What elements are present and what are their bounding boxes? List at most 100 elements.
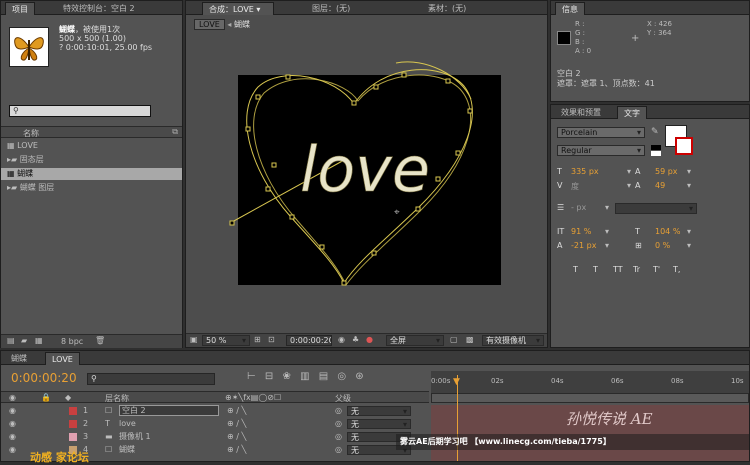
layer-switches[interactable]: ⊕ ∕ ╲ — [227, 405, 246, 417]
parent-dropdown[interactable]: 无 — [347, 419, 411, 429]
font-size-value[interactable]: 335 px — [571, 167, 599, 176]
layer-row[interactable]: ◉ 2 Tlove ⊕ ∕ ╲ ◎ 无 — [1, 418, 429, 430]
project-item[interactable]: ▸▰ 蝴蝶 图层 — [1, 182, 182, 194]
tab-character[interactable]: 文字 — [617, 106, 647, 119]
label-color-chip[interactable] — [69, 433, 77, 441]
zoom-dropdown[interactable]: 50 % — [202, 335, 250, 346]
font-family-dropdown[interactable]: Porcelain — [557, 127, 645, 138]
draft-3d-icon[interactable]: ❀ — [282, 371, 290, 382]
layer-switches[interactable]: ⊕ ∕ ╲ — [227, 418, 246, 430]
white-swatch[interactable] — [651, 151, 661, 156]
layer-name[interactable]: 空白 2 — [119, 405, 219, 416]
trash-icon[interactable]: 🗑 — [95, 336, 105, 345]
text-style-button[interactable]: T' — [653, 265, 660, 274]
eyedropper-icon[interactable]: ✎ — [651, 127, 659, 137]
baseline-shift-value[interactable]: -21 px — [571, 241, 596, 250]
pickwhip-icon[interactable]: ◎ — [335, 431, 342, 443]
live-update-icon[interactable]: ⊟ — [265, 371, 273, 382]
project-search-input[interactable]: ⚲ — [9, 105, 151, 117]
tick-label: 04s — [551, 377, 564, 385]
viewer-footer: ▣ 50 % ⊞ ⊡ 0:00:00:20 ◉ ♣ ● 全屏 ▢ ▩ 有效摄像机 — [186, 333, 547, 347]
mask-visibility-icon[interactable]: ⊡ — [268, 335, 275, 344]
love-text[interactable]: love — [300, 133, 431, 207]
timeline-switch-icons: ⊢ ⊟ ❀ ▥ ▤ ◎ ⊛ — [247, 371, 364, 382]
layer-name[interactable]: 摄像机 1 — [119, 431, 151, 443]
tsume-value[interactable]: 0 % — [655, 241, 670, 250]
eye-icon[interactable]: ◉ — [9, 444, 16, 456]
work-area-bar[interactable] — [431, 393, 749, 403]
black-swatch[interactable] — [651, 145, 661, 150]
frame-blending-icon[interactable]: ▤ — [319, 371, 328, 382]
text-style-button[interactable]: T — [573, 265, 578, 274]
flowchart-icon[interactable]: ⧉ — [172, 127, 178, 137]
stroke-order-dropdown[interactable] — [615, 203, 697, 214]
tick-labels: 0:00s 02s 04s 06s 08s 10s — [431, 377, 749, 387]
label-color-chip[interactable] — [69, 420, 77, 428]
vertical-scale-icon: IT — [557, 227, 565, 236]
eye-icon[interactable]: ◉ — [9, 418, 16, 430]
info-r: R : — [575, 20, 585, 28]
new-folder-icon[interactable]: ▰ — [21, 336, 27, 345]
interpret-footage-icon[interactable]: ▤ — [7, 336, 15, 345]
eye-icon[interactable]: ◉ — [9, 405, 16, 417]
pickwhip-icon[interactable]: ◎ — [335, 405, 342, 417]
stroke-width-value[interactable]: - px — [571, 203, 586, 212]
parent-dropdown[interactable]: 无 — [347, 406, 411, 416]
resolution-dropdown[interactable]: 全屏 — [386, 335, 444, 346]
project-item[interactable]: ▦ 蝴蝶 — [1, 168, 182, 180]
time-ruler[interactable]: 0:00s 02s 04s 06s 08s 10s — [431, 371, 749, 393]
text-style-button[interactable]: T, — [673, 265, 680, 274]
comp-mini-flowchart-icon[interactable]: ⊢ — [247, 371, 256, 382]
thumbnail — [9, 27, 49, 67]
show-snapshot-icon[interactable]: ♣ — [352, 335, 359, 344]
project-item[interactable]: ▸▰ 固态层 — [1, 154, 182, 166]
region-icon[interactable]: ▢ — [450, 335, 458, 344]
graph-editor-icon[interactable]: ⊛ — [355, 371, 363, 382]
tracking-value[interactable]: 49 — [655, 181, 665, 190]
kerning-value[interactable]: 度 — [571, 181, 579, 192]
text-style-button[interactable]: TT — [613, 265, 623, 274]
always-preview-icon[interactable]: ▣ — [190, 335, 198, 344]
layer-name[interactable]: love — [119, 418, 136, 430]
bpc-label[interactable]: 8 bpc — [61, 337, 83, 346]
timeline-search-input[interactable]: ⚲ — [87, 373, 215, 385]
horizontal-scale-value[interactable]: 104 % — [655, 227, 680, 236]
tab-project[interactable]: 项目 — [5, 2, 35, 15]
stroke-color-swatch[interactable] — [675, 137, 693, 155]
text-style-button[interactable]: T — [593, 265, 598, 274]
motion-blur-icon[interactable]: ◎ — [337, 371, 346, 382]
hide-shy-icon[interactable]: ▥ — [300, 371, 309, 382]
vertical-scale-value[interactable]: 91 % — [571, 227, 591, 236]
project-item[interactable]: ▦ LOVE — [1, 140, 182, 152]
eye-icon[interactable]: ◉ — [9, 431, 16, 443]
layer-row[interactable]: ◉ 1 ☐ 空白 2 ⊕ ∕ ╲ ◎ 无 — [1, 405, 429, 417]
tab-timeline-butterfly[interactable]: 蝴蝶 — [5, 352, 33, 365]
tab-timeline-love[interactable]: LOVE — [45, 352, 80, 365]
pickwhip-icon[interactable]: ◎ — [335, 444, 342, 456]
grid-icon[interactable]: ⊞ — [254, 335, 261, 344]
layer-switches[interactable]: ⊕ ∕ ╲ — [227, 431, 246, 443]
transparency-grid-icon[interactable]: ▩ — [466, 335, 474, 344]
label-color-chip[interactable] — [69, 407, 77, 415]
tab-effect-controls[interactable]: 特效控制台：空白 2 — [57, 2, 141, 15]
info-mask: 遮罩：遮罩 1、顶点数：41 — [557, 79, 655, 88]
tab-effects-presets[interactable]: 效果和预置 — [555, 106, 607, 119]
pickwhip-icon[interactable]: ◎ — [335, 418, 342, 430]
layer-switches[interactable]: ⊕ ∕ ╲ — [227, 444, 246, 456]
mask-path-overlay[interactable]: love ⌖ — [186, 1, 547, 335]
playhead-icon[interactable]: ▼ — [453, 377, 460, 387]
current-time-field[interactable]: 0:00:00:20 — [286, 335, 332, 346]
current-time-display[interactable]: 0:00:00:20 — [11, 371, 77, 385]
leading-value[interactable]: 59 px — [655, 167, 678, 176]
snapshot-icon[interactable]: ◉ — [338, 335, 345, 344]
tab-info[interactable]: 信息 — [555, 2, 585, 15]
text-style-button[interactable]: Tr — [633, 265, 640, 274]
label-header-icon: ◆ — [65, 393, 72, 402]
layer-row[interactable]: ◉ 3 ▬ 摄像机 1 ⊕ ∕ ╲ ◎ 无 — [1, 431, 429, 443]
watermark-brand: 孙悦传说 AE — [566, 410, 653, 428]
font-style-dropdown[interactable]: Regular — [557, 145, 645, 156]
new-comp-icon[interactable]: ▦ — [35, 336, 43, 345]
channel-icon[interactable]: ● — [366, 335, 373, 344]
camera-dropdown[interactable]: 有效摄像机 — [482, 335, 544, 346]
layer-name[interactable]: 蝴蝶 — [119, 444, 135, 456]
